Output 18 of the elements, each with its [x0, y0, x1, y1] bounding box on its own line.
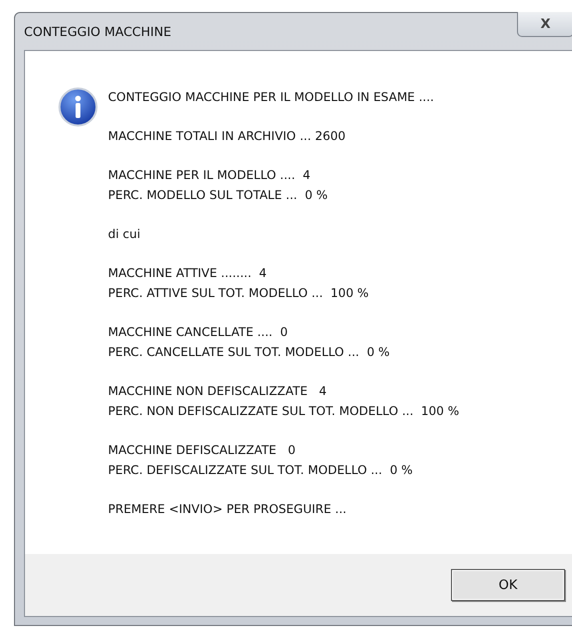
message-text: PERC. DEFISCALIZZATE SUL TOT. MODELLO ... 0 %: [108, 462, 414, 479]
message-text: PERC. NON DEFISCALIZZATE SUL TOT. MODELLO ... 100 %: [108, 403, 460, 420]
close-button[interactable]: X: [517, 12, 572, 37]
message-text: di cui: [108, 226, 142, 243]
message-text: MACCHINE ATTIVE ........ 4: [108, 265, 268, 282]
message-text: MACCHINE NON DEFISCALIZZATE 4: [108, 383, 328, 400]
message-text: MACCHINE TOTALI IN ARCHIVIO ... 2600: [108, 128, 346, 145]
message-text: MACCHINE CANCELLATE .... 0: [108, 324, 289, 341]
message-text: PERC. CANCELLATE SUL TOT. MODELLO ... 0 %: [108, 344, 391, 361]
message-text: PERC. ATTIVE SUL TOT. MODELLO ... 100 %: [108, 285, 370, 302]
message-text: MACCHINE DEFISCALIZZATE 0: [108, 442, 296, 459]
information-icon: [58, 87, 98, 127]
message-text: PREMERE <INVIO> PER PROSEGUIRE ...: [108, 501, 348, 518]
message-text: MACCHINE PER IL MODELLO .... 4: [108, 167, 312, 184]
message-text: CONTEGGIO MACCHINE PER IL MODELLO IN ESAME ....: [108, 89, 435, 106]
ok-button[interactable]: OK: [451, 569, 565, 601]
window-title: CONTEGGIO MACCHINE: [24, 24, 172, 39]
message-text: PERC. MODELLO SUL TOTALE ... 0 %: [108, 187, 329, 204]
